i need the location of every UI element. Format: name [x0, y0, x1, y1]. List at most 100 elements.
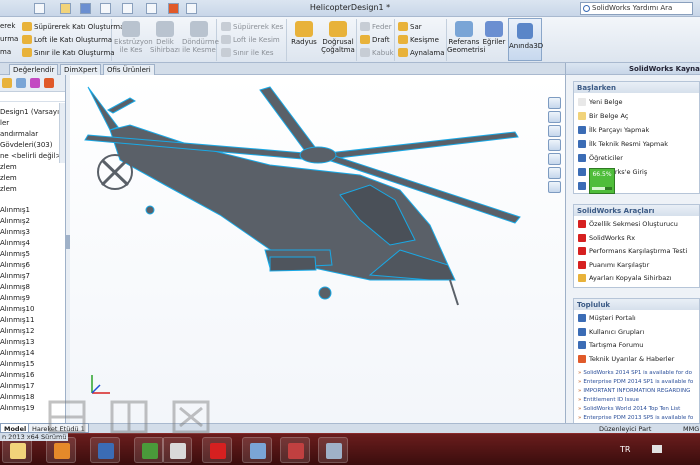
tree-item[interactable]: Alınmış15	[0, 360, 34, 368]
input-language-indicator[interactable]: TR	[620, 445, 630, 454]
tree-filter[interactable]	[0, 93, 65, 102]
view-orientation-icon[interactable]	[548, 97, 561, 109]
tools-link[interactable]: Ayarları Kopyala Sihirbazı	[578, 274, 671, 282]
wrap-button[interactable]: Sar	[398, 22, 422, 31]
revolve-cut-button[interactable]: Döndürme ile Kesme	[182, 21, 219, 54]
tree-item[interactable]: Alınmış17	[0, 382, 34, 390]
tree-item[interactable]: ler	[0, 119, 9, 127]
sweep-cut-button[interactable]: Süpürerek Kes	[221, 22, 283, 31]
rib-button[interactable]: Feder	[360, 22, 392, 31]
intersect-button[interactable]: Kesişme	[398, 35, 439, 44]
taskbar-explorer-button[interactable]	[2, 437, 32, 463]
tree-scrollbar[interactable]	[59, 103, 65, 163]
community-link[interactable]: Müşteri Portalı	[578, 314, 636, 322]
getting-started-link[interactable]: İlk Teknik Resmi Yapmak	[578, 140, 668, 148]
tools-link[interactable]: Puanımı Karşılaştır	[578, 260, 649, 269]
tree-item[interactable]: Alınmış18	[0, 393, 34, 401]
help-search-input[interactable]: SolidWorks Yardımı Ara	[580, 2, 693, 15]
tab-motion-study[interactable]: Hareket Etüdü 1	[28, 423, 89, 433]
taskbar-mail-button[interactable]	[162, 437, 192, 463]
taskbar-solidworks-button[interactable]	[202, 437, 232, 463]
tree-item[interactable]: Alınmış7	[0, 272, 30, 280]
community-link[interactable]: Kullanıcı Grupları	[578, 327, 644, 336]
sweep-boss-button[interactable]: Süpürerek Katı Oluşturma	[22, 22, 124, 31]
feature-tree-tab-icon[interactable]	[2, 78, 12, 88]
taskbar-paint-button[interactable]	[242, 437, 272, 463]
tree-item[interactable]: Alınmış2	[0, 217, 30, 225]
news-item[interactable]: SolidWorks 2014 SP1 is available for do	[578, 370, 692, 376]
tree-item[interactable]: Alınmış13	[0, 338, 34, 346]
linear-pattern-button[interactable]: Doğrusal Çoğaltma	[320, 21, 356, 54]
display-style-icon[interactable]	[548, 111, 561, 123]
tree-item[interactable]: Alınmış4	[0, 239, 30, 247]
tree-item[interactable]: Alınmış12	[0, 327, 34, 335]
tools-link[interactable]: SolidWorks Rx	[578, 233, 635, 242]
tree-item[interactable]: Design1 (Varsayılan	[0, 108, 65, 116]
tree-item[interactable]: Alınmış5	[0, 250, 30, 258]
graphics-viewport[interactable]	[70, 75, 565, 423]
news-item[interactable]: Entitlement ID Issue	[578, 397, 639, 403]
extrude-cut-button[interactable]: Ekstrüzyon ile Kes	[114, 21, 153, 54]
tree-item[interactable]: Alınmış3	[0, 228, 30, 236]
tree-item[interactable]: Alınmış9	[0, 294, 30, 302]
view-palette-icon[interactable]	[548, 153, 561, 165]
tree-item[interactable]: Alınmış10	[0, 305, 34, 313]
tools-link[interactable]: Performans Karşılaştırma Testi	[578, 247, 687, 255]
tree-item[interactable]: Alınmış19	[0, 404, 34, 412]
getting-started-link[interactable]: Bir Belge Aç	[578, 112, 628, 120]
taskbar-app-button[interactable]	[134, 437, 164, 463]
file-explorer-icon[interactable]	[548, 139, 561, 151]
tab-dimxpert[interactable]: DimXpert	[60, 64, 102, 75]
action-center-icon[interactable]	[652, 445, 662, 453]
appearances-icon[interactable]	[548, 167, 561, 179]
reference-geometry-button[interactable]: Referans Geometrisi	[447, 21, 485, 54]
community-link[interactable]: Tartışma Forumu	[578, 341, 643, 349]
display-manager-tab-icon[interactable]	[44, 78, 54, 88]
taskbar-media-button[interactable]	[46, 437, 76, 463]
getting-started-link[interactable]: İlk Parçayı Yapmak	[578, 126, 649, 134]
news-item[interactable]: Enterprise PDM 2014 SP1 is available fo	[578, 379, 693, 385]
tree-item[interactable]: Alınmış14	[0, 349, 34, 357]
hole-wizard-button[interactable]: Delik Sihirbazı	[150, 21, 180, 54]
tools-link[interactable]: Özellik Sekmesi Oluşturucu	[578, 220, 678, 228]
tree-item[interactable]: Alınmış8	[0, 283, 30, 291]
mirror-button[interactable]: Aynalama	[398, 48, 445, 57]
fillet-button[interactable]: Radyus	[289, 21, 319, 46]
design-library-icon[interactable]	[548, 125, 561, 137]
tree-item[interactable]: Alınmış1	[0, 206, 30, 214]
custom-properties-icon[interactable]	[548, 181, 561, 193]
getting-started-link[interactable]: Öğreticiler	[578, 154, 623, 162]
taskbar-browser-button[interactable]	[90, 437, 120, 463]
boundary-boss-button[interactable]: Sınır ile Katı Oluşturma	[22, 48, 115, 57]
tab-office-products[interactable]: Ofis Ürünleri	[103, 64, 155, 75]
news-item[interactable]: IMPORTANT INFORMATION REGARDING	[578, 388, 690, 394]
tree-item[interactable]: Alınmış16	[0, 371, 34, 379]
configuration-tab-icon[interactable]	[30, 78, 40, 88]
tree-item[interactable]: andırmalar	[0, 130, 38, 138]
news-item[interactable]: SolidWorks World 2014 Top Ten List	[578, 406, 680, 412]
tab-evaluate[interactable]: Değerlendir	[9, 64, 59, 75]
helicopter-model[interactable]	[70, 75, 565, 423]
draft-button[interactable]: Draft	[360, 35, 390, 44]
tree-item[interactable]: zlem	[0, 163, 17, 171]
tree-item[interactable]: Alınmış6	[0, 261, 30, 269]
tree-item[interactable]: zlem	[0, 185, 17, 193]
tree-item[interactable]: zlem	[0, 174, 17, 182]
shell-button[interactable]: Kabuk	[360, 48, 394, 57]
taskbar-window-button[interactable]	[318, 437, 348, 463]
fillet-icon	[295, 21, 313, 37]
boundary-cut-button[interactable]: Sınır ile Kes	[221, 48, 274, 57]
tab-model[interactable]: Model	[0, 423, 31, 433]
community-link[interactable]: Teknik Uyarılar & Haberler	[578, 354, 674, 363]
tree-item[interactable]: Alınmış11	[0, 316, 34, 324]
news-item[interactable]: Enterprise PDM 2013 SP5 is available fo	[578, 415, 693, 421]
loft-cut-button[interactable]: Loft ile Kesim	[221, 35, 280, 44]
tree-item[interactable]: Gövdeleri(303)	[0, 141, 53, 149]
taskbar-snipping-button[interactable]	[280, 437, 310, 463]
property-manager-tab-icon[interactable]	[16, 78, 26, 88]
getting-started-link[interactable]: Yeni Belge	[578, 98, 623, 106]
curves-button[interactable]: Eğriler	[481, 21, 507, 46]
loft-boss-button[interactable]: Loft ile Katı Oluşturma	[22, 35, 112, 44]
tree-item[interactable]: ne <belirli değil>	[0, 152, 61, 160]
instant3d-button[interactable]: Anında3D	[508, 18, 543, 61]
